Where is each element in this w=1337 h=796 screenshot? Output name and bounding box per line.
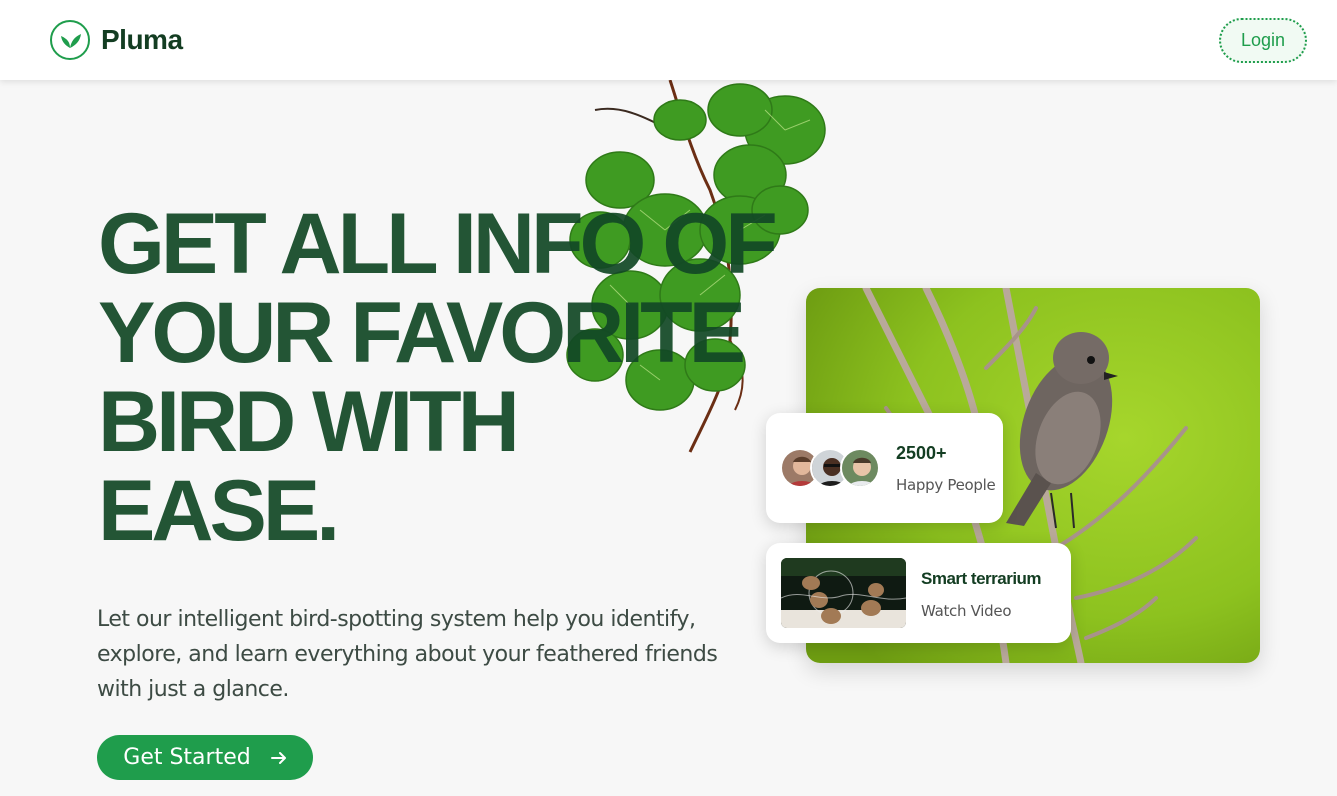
arrow-right-icon [270, 751, 286, 764]
headline-line: BIRD WITH [98, 374, 520, 470]
hero-headline: GET ALL INFO OF YOUR FAVORITE BIRD WITH … [98, 200, 798, 556]
video-card[interactable]: Smart terrarium Watch Video [766, 543, 1071, 643]
video-thumbnail[interactable] [781, 558, 906, 628]
get-started-button[interactable]: Get Started [97, 735, 313, 780]
people-label: Happy People [896, 476, 996, 494]
hero-subtext: Let our intelligent bird-spotting system… [97, 607, 718, 702]
headline-line: EASE. [98, 463, 340, 559]
avatar [840, 448, 880, 488]
brand-name: Pluma [101, 24, 183, 55]
people-count: 2500+ [896, 443, 947, 463]
login-button[interactable]: Login [1219, 18, 1307, 63]
headline-line: YOUR FAVORITE [98, 285, 746, 381]
watch-video-link[interactable]: Watch Video [921, 602, 1012, 620]
happy-people-card: 2500+ Happy People [766, 413, 1003, 523]
headline-line: GET ALL INFO OF [98, 196, 778, 292]
leaf-icon [50, 20, 90, 60]
brand[interactable]: Pluma [50, 20, 183, 60]
get-started-label: Get Started [123, 745, 251, 770]
top-navbar: Pluma Login [0, 0, 1337, 80]
video-title: Smart terrarium [921, 569, 1042, 588]
